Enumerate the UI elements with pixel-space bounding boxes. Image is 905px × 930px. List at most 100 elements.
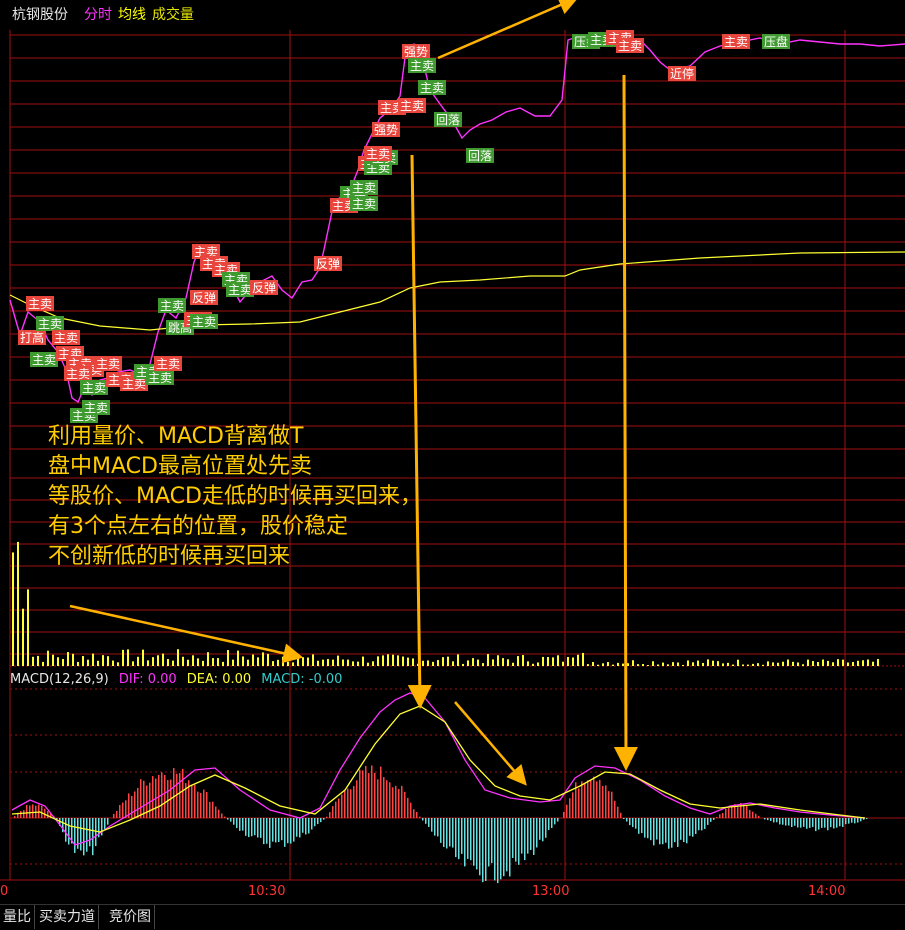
volume-bar <box>842 659 844 666</box>
macd-bar <box>398 789 400 818</box>
macd-bar <box>320 818 322 823</box>
volume-bar <box>512 662 514 666</box>
macd-bar <box>302 818 304 833</box>
macd-bar <box>851 818 853 823</box>
macd-bar <box>248 818 250 838</box>
macd-bar <box>470 818 472 861</box>
macd-bar <box>572 792 574 818</box>
macd-bar <box>854 818 856 824</box>
macd-bar <box>632 818 634 828</box>
time-label: 10:30 <box>248 884 286 899</box>
volume-bar <box>167 659 169 666</box>
volume-bar <box>402 656 404 666</box>
volume-bar <box>877 659 879 666</box>
volume-bar <box>767 661 769 666</box>
signal-tag: 主卖 <box>158 298 186 313</box>
volume-bar <box>57 657 59 666</box>
volume-bar <box>437 660 439 666</box>
macd-bar <box>257 818 259 838</box>
macd-bar <box>563 811 565 818</box>
signal-tag: 主卖 <box>30 352 58 367</box>
tab-jingjia[interactable]: 竞价图 <box>106 905 155 929</box>
macd-bar <box>452 818 454 848</box>
signal-tag-text: 压盘 <box>764 34 788 49</box>
macd-bar <box>122 802 124 818</box>
macd-bar <box>467 818 469 859</box>
volume-bar <box>687 660 689 666</box>
macd-bar <box>440 818 442 843</box>
macd-bar <box>65 818 67 842</box>
macd-bar <box>278 818 280 843</box>
macd-bar <box>758 815 760 818</box>
macd-bar <box>446 818 448 849</box>
signal-tag-text: 近停 <box>670 66 694 81</box>
macd-bar <box>26 804 28 818</box>
macd-bar <box>317 818 319 825</box>
macd-bar <box>566 804 568 818</box>
signal-tag: 主卖 <box>64 366 92 381</box>
macd-bar <box>449 818 451 847</box>
macd-bar <box>608 791 610 818</box>
signal-tag: 强势 <box>402 44 430 59</box>
volume-bar <box>187 659 189 666</box>
signal-tag: 打高 <box>18 330 46 345</box>
macd-bar <box>680 818 682 840</box>
macd-bar <box>377 779 379 818</box>
macd-bar <box>524 818 526 861</box>
macd-bar <box>389 782 391 818</box>
volume-bar <box>447 656 449 666</box>
macd-bar <box>764 818 766 820</box>
macd-bar <box>857 818 859 823</box>
macd-bar <box>641 818 643 834</box>
macd-bar <box>152 776 154 818</box>
macd-bar <box>296 818 298 837</box>
macd-bar <box>659 818 661 845</box>
macd-bar <box>293 818 295 842</box>
volume-bar <box>707 659 709 666</box>
tab-liangbi[interactable]: 量比 <box>0 905 35 929</box>
macd-bar <box>845 818 847 825</box>
macd-bar <box>236 818 238 829</box>
volume-bar <box>822 659 824 666</box>
macd-bar <box>233 818 235 825</box>
macd-bar <box>371 765 373 818</box>
annotation-line: 盘中MACD最高位置处先卖 <box>48 454 312 479</box>
macd-bar <box>416 811 418 818</box>
macd-bar <box>605 785 607 818</box>
volume-bar <box>662 662 664 666</box>
macd-bar <box>359 769 361 818</box>
macd-bar <box>194 784 196 818</box>
volume-bar <box>522 655 524 666</box>
macd-dea: DEA: 0.00 <box>186 672 252 687</box>
volume-bar <box>297 657 299 666</box>
macd-bar <box>512 818 514 858</box>
macd-bar <box>545 818 547 838</box>
macd-bar <box>227 818 229 820</box>
arrow-to-volume <box>69 604 304 664</box>
volume-bar <box>17 541 19 666</box>
macd-bar <box>461 818 463 854</box>
macd-bar <box>164 774 166 818</box>
macd-bar <box>752 811 754 818</box>
macd-bar <box>116 811 118 818</box>
macd-bar <box>836 818 838 828</box>
macd-bar <box>638 818 640 834</box>
macd-bar <box>137 787 139 818</box>
volume-bar <box>502 658 504 666</box>
signal-tag: 反弹 <box>190 290 218 305</box>
tab-maimai-lidao[interactable]: 买卖力道 <box>36 905 99 929</box>
macd-bar <box>20 811 22 818</box>
macd-bar <box>224 816 226 818</box>
macd-bar <box>779 818 781 825</box>
macd-bar <box>554 818 556 825</box>
signal-tag: 主卖 <box>350 180 378 195</box>
volume-bar <box>572 657 574 666</box>
macd-bar <box>695 818 697 834</box>
volume-bar <box>772 662 774 666</box>
signal-tag: 压盘 <box>762 34 790 49</box>
volume-bar <box>112 660 114 666</box>
signal-tag: 反弹 <box>314 256 342 271</box>
volume-bar <box>472 658 474 666</box>
macd-bar <box>767 818 769 821</box>
macd-bar <box>698 818 700 831</box>
